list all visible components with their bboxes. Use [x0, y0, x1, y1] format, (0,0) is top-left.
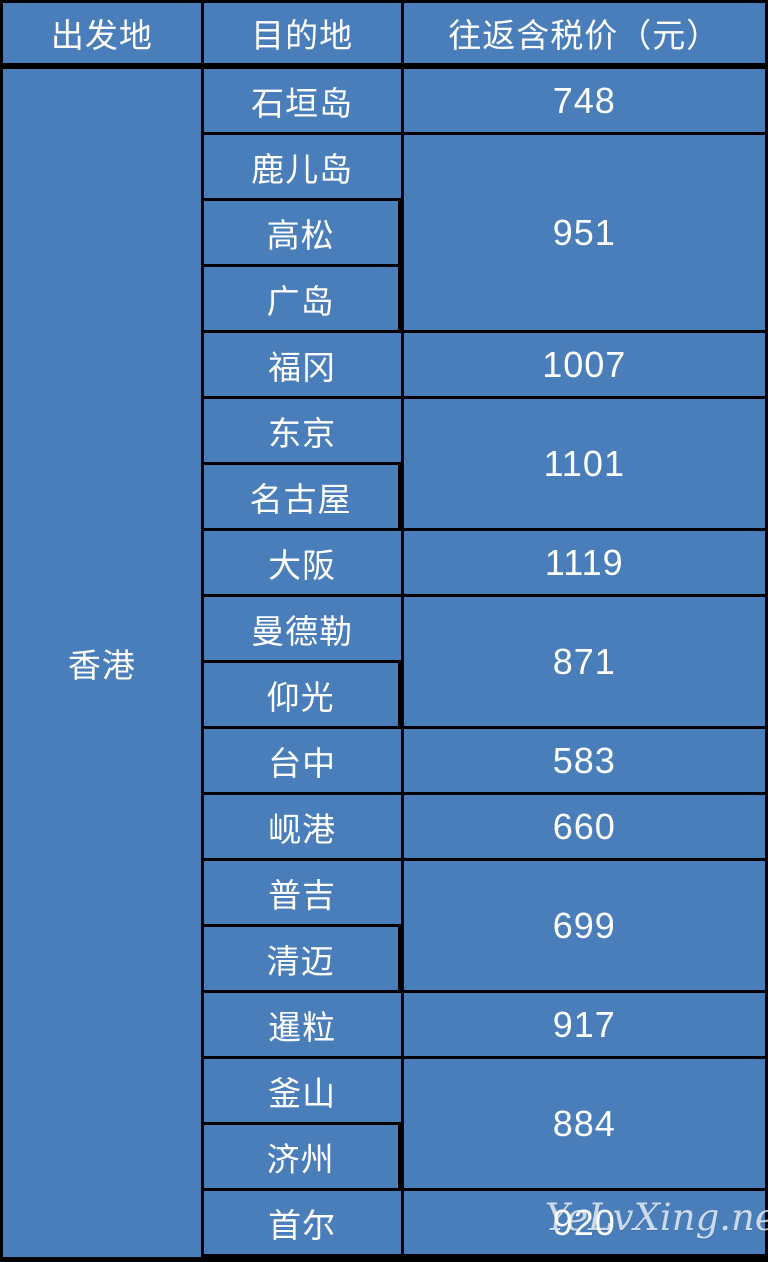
origin-cell: 香港	[0, 66, 201, 1257]
destination-cell: 仰光	[200, 660, 401, 726]
destination-cell: 大阪	[200, 528, 401, 594]
destination-cell: 釜山	[200, 1056, 401, 1122]
table-body: 香港 石垣岛 748 鹿儿岛 951 高松 广岛 福冈 1007 东京 1101 名古屋 大阪 1119 曼…	[0, 66, 768, 1257]
destination-cell: 普吉	[200, 858, 401, 924]
table-row: 香港 石垣岛 748	[0, 66, 768, 1257]
price-cell: 748	[400, 66, 768, 132]
price-cell: 1007	[400, 330, 768, 396]
destination-cell: 台中	[200, 726, 401, 792]
destination-cell: 福冈	[200, 330, 401, 396]
destination-cell: 济州	[200, 1122, 401, 1188]
price-cell: 871	[400, 594, 768, 726]
destination-cell: 暹粒	[200, 990, 401, 1056]
price-cell: 884	[400, 1056, 768, 1188]
price-cell: 1119	[400, 528, 768, 594]
column-header-origin: 出发地	[0, 0, 201, 66]
price-cell: 951	[400, 132, 768, 330]
destination-cell: 高松	[200, 198, 401, 264]
price-cell: 917	[400, 990, 768, 1056]
table-header: 出发地 目的地 往返含税价（元）	[0, 0, 768, 66]
price-cell: 699	[400, 858, 768, 990]
destination-cell: 广岛	[200, 264, 401, 330]
flight-fare-table: 出发地 目的地 往返含税价（元） 香港 石垣岛 748 鹿儿岛 951 高松 广岛 福冈 100…	[0, 0, 768, 1257]
price-cell: 660	[400, 792, 768, 858]
table-header-row: 出发地 目的地 往返含税价（元）	[0, 0, 768, 66]
destination-cell: 东京	[200, 396, 401, 462]
destination-cell: 清迈	[200, 924, 401, 990]
price-cell: 1101	[400, 396, 768, 528]
destination-cell: 名古屋	[200, 462, 401, 528]
column-header-destination: 目的地	[200, 0, 401, 66]
destination-cell: 石垣岛	[200, 66, 401, 132]
destination-cell: 岘港	[200, 792, 401, 858]
destination-cell: 首尔	[200, 1188, 401, 1257]
price-cell: 920	[400, 1188, 768, 1257]
destination-cell: 曼德勒	[200, 594, 401, 660]
price-cell: 583	[400, 726, 768, 792]
destination-cell: 鹿儿岛	[200, 132, 401, 198]
column-header-price: 往返含税价（元）	[400, 0, 768, 66]
